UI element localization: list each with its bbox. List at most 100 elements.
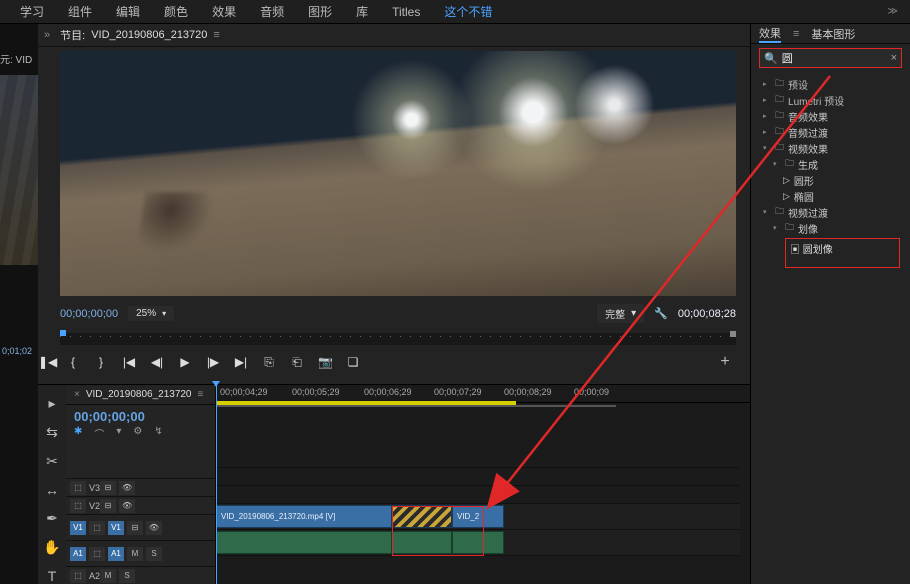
track-a2[interactable] [216,555,740,573]
toggle-output-a1[interactable]: ⬚ [89,547,105,561]
tree-row[interactable]: ▾🗀生成 [763,156,904,172]
ws-effects[interactable]: 效果 [212,3,236,20]
export-frame-button[interactable]: 📷 [318,355,332,369]
ws-library[interactable]: 库 [356,3,368,20]
video-clip[interactable]: VID_2 [452,505,504,528]
tab-essential-graphics[interactable]: 基本图形 [811,26,855,42]
go-to-out-button[interactable]: ▶| [234,355,248,369]
wrench-icon[interactable]: ↯ [154,426,162,441]
eye-icon[interactable] [119,499,135,513]
step-back-button[interactable]: ◀| [150,355,164,369]
link-icon[interactable]: ⌒ [94,426,104,441]
source-tab[interactable]: 元: VID [0,51,38,66]
type-tool[interactable]: T [48,568,57,584]
tree-row[interactable]: ▸🗀预设 [763,76,904,92]
selection-tool[interactable]: ▸ [48,395,55,412]
panel-menu-icon[interactable]: ≡ [213,29,219,41]
program-mini-ruler[interactable] [60,333,736,345]
out-marker-icon[interactable] [730,331,736,337]
settings-wrench-icon[interactable]: 🔧 [654,307,668,320]
ws-edit[interactable]: 编辑 [116,3,140,20]
track-v2[interactable] [216,485,740,503]
ws-custom[interactable]: 这个不错 [444,3,492,20]
program-timecode-left[interactable]: 00;00;00;00 [60,308,118,320]
marker-icon[interactable]: ▾ [116,426,121,441]
track-a1[interactable] [216,529,740,555]
toggle-output-a2[interactable]: ⬚ [70,569,86,583]
track-header-v3[interactable]: ⬚ V3 ⊟ [66,478,215,496]
hand-tool[interactable]: ✋ [43,539,60,556]
tree-row-effect[interactable]: ▷圆形 [763,172,904,188]
settings-icon[interactable]: ⚙ [133,426,142,441]
tree-row[interactable]: ▾🗀视频过渡 [763,204,904,220]
search-input[interactable]: 圆 [778,50,891,66]
tree-row[interactable]: ▾🗀划像 [763,220,904,236]
clear-search-icon[interactable]: × [891,52,897,64]
solo-icon[interactable]: S [146,547,162,561]
track-v3[interactable] [216,467,740,485]
sequence-timecode[interactable]: 00;00;00;00 [66,405,215,426]
effects-search[interactable]: 🔍 圆 × [759,48,902,68]
track-header-a2[interactable]: ⬚ A2 M S [66,566,215,584]
tree-row[interactable]: ▾🗀视频效果 [763,140,904,156]
slip-tool[interactable]: ↔ [45,482,59,498]
toggle-output-v3[interactable]: ⬚ [70,481,86,495]
ws-assembly[interactable]: 组件 [68,3,92,20]
track-header-a1[interactable]: A1 ⬚ A1 M S [66,540,215,566]
bracket-in-button[interactable]: { [66,355,80,369]
video-clip[interactable]: VID_20190806_213720.mp4 [V] [216,505,392,528]
play-button[interactable]: ▶ [178,355,192,369]
lift-button[interactable]: ⎘ [262,355,276,370]
program-monitor[interactable] [60,51,736,296]
compare-button[interactable]: ❏ [346,355,360,369]
tree-row[interactable]: ▸🗀音频效果 [763,108,904,124]
track-target-a1[interactable]: A1 [108,547,124,561]
ws-color[interactable]: 颜色 [164,3,188,20]
source-patch-v1[interactable]: V1 [70,521,86,535]
ws-graphics[interactable]: 图形 [308,3,332,20]
toggle-sync[interactable]: ⊟ [127,521,143,535]
toggle-output-v2[interactable]: ⬚ [70,499,86,513]
toggle-sync[interactable]: ⊟ [100,499,116,513]
ws-learn[interactable]: 学习 [20,3,44,20]
audio-clip[interactable] [452,531,504,554]
extract-button[interactable]: ⎗ [290,355,304,370]
mute-icon[interactable]: M [100,569,116,583]
tree-row[interactable]: ▸🗀Lumetri 预设 [763,92,904,108]
track-header-v1[interactable]: V1 ⬚ V1 ⊟ [66,514,215,540]
track-v1[interactable]: VID_20190806_213720.mp4 [V] VID_2 [216,503,740,529]
snap-icon[interactable]: ✱ [74,426,82,441]
panel-collapse-icon[interactable]: » [44,29,50,41]
ws-titles[interactable]: Titles [392,5,420,19]
sequence-tab[interactable]: × VID_20190806_213720 ≡ [66,385,215,405]
playhead[interactable] [216,385,217,584]
highlighted-effect-box[interactable]: ▣ 圆划像 [785,238,900,268]
video-clip-unrendered[interactable] [392,505,452,528]
ws-audio[interactable]: 音频 [260,3,284,20]
track-target-v1[interactable]: V1 [108,521,124,535]
tab-effects[interactable]: 效果 [759,25,781,43]
mark-in-button[interactable]: ❚◀ [38,355,52,369]
eye-icon[interactable] [146,521,162,535]
bracket-out-button[interactable]: } [94,355,108,369]
solo-icon[interactable]: S [119,569,135,583]
ripple-tool[interactable]: ⇆ [46,424,58,441]
toggle-output-v1[interactable]: ⬚ [89,521,105,535]
tree-row-effect[interactable]: ▷椭圆 [763,188,904,204]
track-header-v2[interactable]: ⬚ V2 ⊟ [66,496,215,514]
toggle-sync[interactable]: ⊟ [100,481,116,495]
eye-icon[interactable] [119,481,135,495]
playhead-marker-icon[interactable] [60,330,66,336]
zoom-select[interactable]: 25% ▾ [128,306,174,321]
go-to-in-button[interactable]: |◀ [122,355,136,369]
tree-row[interactable]: ▸🗀音频过渡 [763,124,904,140]
quality-select[interactable]: 完整 ▾ [597,304,644,323]
source-patch-a1[interactable]: A1 [70,547,86,561]
audio-clip[interactable] [216,531,392,554]
pen-tool[interactable]: ✒ [46,510,58,527]
add-button[interactable]: + [718,353,732,371]
mute-icon[interactable]: M [127,547,143,561]
razor-tool[interactable]: ✂ [46,453,58,470]
source-thumbnail[interactable] [0,75,38,265]
timeline-tracks[interactable]: 00;00;04;29 00;00;05;29 00;00;06;29 00;0… [216,385,750,584]
